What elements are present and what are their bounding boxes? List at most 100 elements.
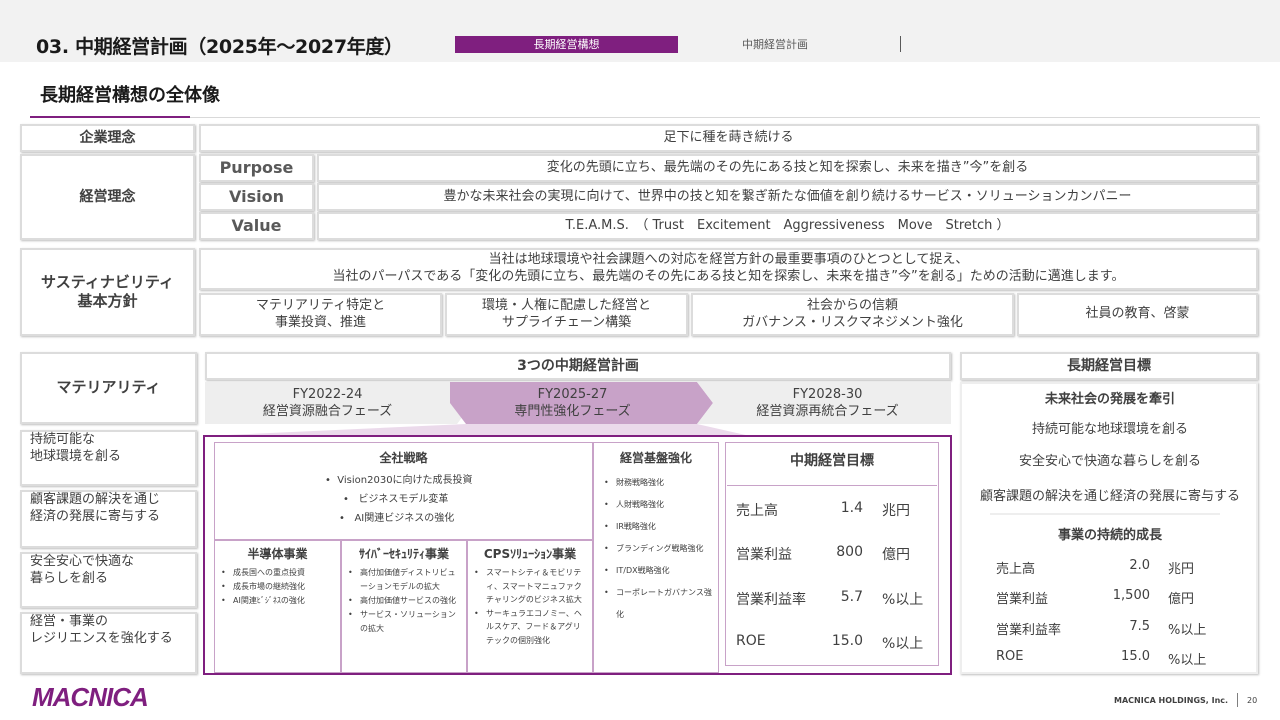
long-target-value: 7.5 bbox=[1129, 619, 1150, 634]
sustainability-label-line2: 基本方針 bbox=[77, 292, 138, 310]
sustainability-item: 社会からの信頼 ガバナンス・リスクマネジメント強化 bbox=[691, 293, 1014, 336]
management-base-item: IT/DX戦略強化 bbox=[602, 560, 714, 582]
sustainability-label: サスティナビリティ 基本方針 bbox=[20, 248, 195, 336]
corporate-strategy-list: • Vision2030に向けた成長投資 • ビジネスモデル変革 • AI関連ビ… bbox=[215, 471, 592, 528]
company-logo: MACNICA bbox=[32, 682, 149, 712]
phase-1: FY2022-24 経営資源融合フェーズ bbox=[215, 382, 440, 426]
long-target-label: ROE bbox=[996, 649, 1024, 664]
mid-target-unit: %以上 bbox=[882, 592, 924, 608]
growth-title: 事業の持続的成長 bbox=[1057, 528, 1162, 543]
long-target-value: 15.0 bbox=[1121, 649, 1150, 664]
long-target-value: 1,500 bbox=[1112, 588, 1150, 603]
purpose-text: 変化の先頭に立ち、最先端のその先にある技と知を探索し、未来を描き”今”を創る bbox=[317, 154, 1258, 182]
mid-target-value: 1.4 bbox=[840, 500, 863, 516]
management-base-list: 財務戦略強化 人財戦略強化 IR戦略強化 ブランディング戦略強化 IT/DX戦略… bbox=[602, 472, 714, 626]
segment-cybersecurity: ｻｲﾊﾞｰｾｷｭﾘﾃｨ事業 高付加価値ディストリビューションモデルの拡大 高付加… bbox=[341, 540, 467, 673]
segment-cps: CPSｿﾘｭｰｼｮﾝ事業 スマートシティ＆モビリティ、スマートマニュファクチャリ… bbox=[467, 540, 593, 673]
phase-fy: FY2028-30 bbox=[792, 387, 863, 403]
segment-item: 成長市場の継続強化 bbox=[219, 580, 338, 594]
segment-title: 半導体事業 bbox=[247, 547, 308, 561]
tab-mid-term-plan[interactable]: 中期経営計画 bbox=[700, 36, 850, 53]
materiality-item-line2: 暮らしを創る bbox=[30, 570, 109, 586]
long-term-item: 顧客課題の解決を通じ経済の発展に寄与する bbox=[979, 489, 1240, 504]
management-base-item: コーポレートガバナンス強化 bbox=[602, 582, 714, 626]
sustainability-item-line1: 社会からの信頼 bbox=[806, 297, 898, 313]
phase-fy: FY2022-24 bbox=[292, 387, 363, 403]
corporate-strategy-item-text: ビジネスモデル変革 bbox=[358, 494, 449, 505]
segment-item: 高付加価値ディストリビューションモデルの拡大 bbox=[346, 566, 462, 594]
long-term-title: 長期経営目標 bbox=[960, 352, 1258, 380]
segment-item: AI関連ﾋﾞｼﾞﾈｽの強化 bbox=[219, 594, 338, 608]
title-rule bbox=[190, 117, 1260, 118]
management-base: 経営基盤強化 財務戦略強化 人財戦略強化 IR戦略強化 ブランディング戦略強化 … bbox=[593, 442, 719, 673]
sustainability-item-line2: 事業投資、推進 bbox=[274, 314, 366, 330]
long-target-label: 営業利益率 bbox=[996, 623, 1062, 638]
segment-list: 高付加価値ディストリビューションモデルの拡大 高付加価値サービスの強化 サービス… bbox=[346, 566, 462, 636]
materiality-item-line1: 経営・事業の bbox=[30, 614, 109, 629]
materiality-item: 持続可能な 地球環境を創る bbox=[20, 430, 197, 486]
mid-target-label: 売上高 bbox=[736, 503, 778, 519]
footer-divider bbox=[1237, 693, 1238, 707]
tab-long-term-vision[interactable]: 長期経営構想 bbox=[455, 36, 678, 53]
tab-divider bbox=[900, 36, 901, 52]
section-title: 03. 中期経営計画（2025年～2027年度） bbox=[36, 36, 403, 58]
sustainability-item-line1: 環境・人権に配慮した経営と bbox=[481, 297, 651, 313]
long-target-label: 営業利益 bbox=[996, 592, 1049, 607]
mid-target-label: 営業利益率 bbox=[736, 592, 806, 608]
mid-target-value: 800 bbox=[836, 544, 863, 560]
vision-text: 豊かな未来社会の実現に向けて、世界中の技と知を繋ぎ新たな価値を創り続けるサービス… bbox=[317, 183, 1258, 211]
long-target-unit: %以上 bbox=[1168, 653, 1207, 668]
sustainability-item-line2: サプライチェーン構築 bbox=[501, 314, 632, 330]
materiality-item-line2: レジリエンスを強化する bbox=[30, 630, 173, 646]
segment-item: サーキュラエコノミー、ヘルスケア、フード＆アグリテックの個別強化 bbox=[472, 607, 588, 648]
phase-name: 経営資源融合フェーズ bbox=[262, 404, 393, 419]
phase-name: 専門性強化フェーズ bbox=[514, 404, 631, 419]
sustainability-item: 社員の教育、啓蒙 bbox=[1017, 293, 1258, 336]
sustainability-label-line1: サスティナビリティ bbox=[41, 272, 174, 291]
sustainability-item-line1: マテリアリティ特定と bbox=[255, 297, 386, 313]
mid-plans-title: 3つの中期経営計画 bbox=[205, 352, 951, 380]
segment-item: 高付加価値サービスの強化 bbox=[346, 594, 462, 608]
long-term-divider bbox=[990, 513, 1220, 515]
segment-item: 成長国への重点投資 bbox=[219, 566, 338, 580]
vision-label: Vision bbox=[199, 183, 314, 211]
materiality-item-line1: 顧客課題の解決を通じ bbox=[30, 492, 161, 507]
page-title: 長期経営構想の全体像 bbox=[40, 85, 220, 106]
materiality-label: マテリアリティ bbox=[20, 352, 197, 424]
mid-target-value: 5.7 bbox=[840, 589, 863, 605]
management-base-item: 人財戦略強化 bbox=[602, 494, 714, 516]
long-target-unit: 兆円 bbox=[1168, 562, 1195, 577]
long-term-item: 安全安心で快適な暮らしを創る bbox=[1018, 454, 1201, 469]
title-underline bbox=[30, 116, 190, 118]
page-number: 20 bbox=[1247, 696, 1258, 705]
phase-3: FY2028-30 経営資源再統合フェーズ bbox=[715, 382, 940, 426]
corporate-strategy-item-text: AI関連ビジネスの強化 bbox=[354, 513, 455, 524]
materiality-item: 安全安心で快適な 暮らしを創る bbox=[20, 552, 197, 608]
materiality-item-line2: 経済の発展に寄与する bbox=[30, 508, 161, 524]
corporate-philosophy-text: 足下に種を蒔き続ける bbox=[199, 124, 1258, 152]
phase-fy: FY2025-27 bbox=[537, 387, 608, 403]
management-base-title: 経営基盤強化 bbox=[619, 451, 692, 465]
corporate-strategy-item-text: Vision2030に向けた成長投資 bbox=[337, 475, 473, 486]
materiality-item: 顧客課題の解決を通じ 経済の発展に寄与する bbox=[20, 490, 197, 548]
segment-semiconductor: 半導体事業 成長国への重点投資 成長市場の継続強化 AI関連ﾋﾞｼﾞﾈｽの強化 bbox=[214, 540, 341, 673]
management-philosophy-label: 経営理念 bbox=[20, 154, 195, 240]
mid-target-unit: 億円 bbox=[882, 547, 910, 563]
mid-target-unit: 兆円 bbox=[882, 503, 910, 519]
sustainability-policy-line1: 当社は地球環境や社会課題への対応を経営方針の最重要事項のひとつとして捉え、 bbox=[488, 252, 969, 268]
sustainability-item: 環境・人権に配慮した経営と サプライチェーン構築 bbox=[445, 293, 688, 336]
sustainability-item-line2: ガバナンス・リスクマネジメント強化 bbox=[742, 314, 963, 330]
mid-target-label: ROE bbox=[736, 633, 766, 649]
corporate-strategy-item: • AI関連ビジネスの強化 bbox=[339, 513, 455, 524]
management-base-item: 財務戦略強化 bbox=[602, 472, 714, 494]
sustainability-policy-line2: 当社のパーパスである「変化の先頭に立ち、最先端のその先にある技と知を探索し、未来… bbox=[332, 269, 1125, 284]
long-target-unit: 億円 bbox=[1168, 592, 1195, 607]
purpose-label: Purpose bbox=[199, 154, 314, 182]
phase-2: FY2025-27 専門性強化フェーズ bbox=[460, 382, 685, 426]
corporate-strategy: 全社戦略 • Vision2030に向けた成長投資 • ビジネスモデル変革 • … bbox=[214, 442, 593, 540]
mid-target-value: 15.0 bbox=[831, 633, 863, 649]
sustainability-policy: 当社は地球環境や社会課題への対応を経営方針の最重要事項のひとつとして捉え、 当社… bbox=[199, 248, 1258, 290]
mid-target-unit: %以上 bbox=[882, 636, 924, 652]
phase-name: 経営資源再統合フェーズ bbox=[756, 404, 899, 419]
long-target-unit: %以上 bbox=[1168, 623, 1207, 638]
